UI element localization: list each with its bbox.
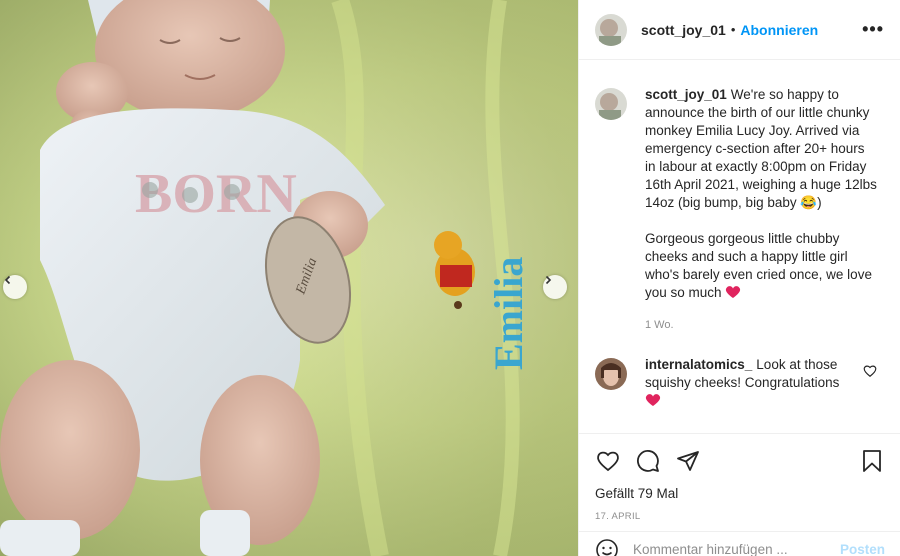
follow-button[interactable]: Abonnieren xyxy=(740,22,818,38)
comment-body: internalatomics_ Look at those squishy ch… xyxy=(645,356,855,410)
caption-text-part2: Gorgeous gorgeous little chubby cheeks a… xyxy=(645,231,872,300)
comment-icon xyxy=(637,450,659,472)
save-button[interactable] xyxy=(859,448,885,474)
heart-icon xyxy=(597,451,619,472)
post-actions: Gefällt 79 Mal 17. APRIL xyxy=(579,433,900,522)
onesie-print-text: BORN xyxy=(135,163,297,225)
red-heart-emoji-icon xyxy=(726,286,741,298)
share-icon xyxy=(677,451,699,471)
post-header: scott_joy_01 • Abonnieren ••• xyxy=(579,0,900,60)
add-comment-bar: Posten xyxy=(579,531,900,556)
caption-body: scott_joy_01 We're so happy to announce t… xyxy=(645,86,877,334)
like-button[interactable] xyxy=(595,448,621,474)
bookmark-icon xyxy=(863,450,881,472)
commenter-avatar[interactable] xyxy=(595,358,627,390)
chevron-left-icon xyxy=(4,275,11,285)
carousel-prev-button[interactable] xyxy=(3,275,27,299)
caption: scott_joy_01 We're so happy to announce t… xyxy=(595,86,885,334)
author-avatar[interactable] xyxy=(595,13,627,46)
caption-username[interactable]: scott_joy_01 xyxy=(645,87,727,102)
post-photo: BORN Emilia Emilia xyxy=(0,0,578,556)
comment-item: internalatomics_ Look at those squishy ch… xyxy=(595,356,885,410)
more-icon[interactable]: ••• xyxy=(862,19,884,40)
carousel-next-button[interactable] xyxy=(543,275,567,299)
like-comment-heart-icon[interactable] xyxy=(863,364,877,378)
post-date: 17. APRIL xyxy=(595,511,641,522)
emoji-icon[interactable] xyxy=(595,538,619,556)
caption-text-part1: We're so happy to announce the birth of … xyxy=(645,87,877,210)
caption-avatar[interactable] xyxy=(595,88,627,120)
action-icons-row xyxy=(595,446,885,476)
comment-input[interactable] xyxy=(633,542,840,556)
post-comment-button[interactable]: Posten xyxy=(840,542,885,556)
separator-dot: • xyxy=(730,22,736,37)
chevron-right-icon xyxy=(545,275,552,285)
caption-age: 1 Wo. xyxy=(645,319,674,331)
comment-button[interactable] xyxy=(635,448,661,474)
comment-username[interactable]: internalatomics_ xyxy=(645,357,752,372)
post-details-pane: scott_joy_01 • Abonnieren ••• scott_joy_… xyxy=(578,0,900,556)
red-heart-emoji-icon xyxy=(645,394,661,406)
caption-text-part2-wrap: Gorgeous gorgeous little chubby cheeks a… xyxy=(645,230,877,302)
blanket-name-text: Emilia xyxy=(486,257,531,370)
author-username[interactable]: scott_joy_01 xyxy=(641,22,726,38)
likes-count[interactable]: Gefällt 79 Mal xyxy=(595,486,885,501)
comments-list[interactable]: scott_joy_01 We're so happy to announce t… xyxy=(579,72,900,432)
photo-illustration: BORN Emilia Emilia xyxy=(0,0,578,556)
share-button[interactable] xyxy=(675,448,701,474)
